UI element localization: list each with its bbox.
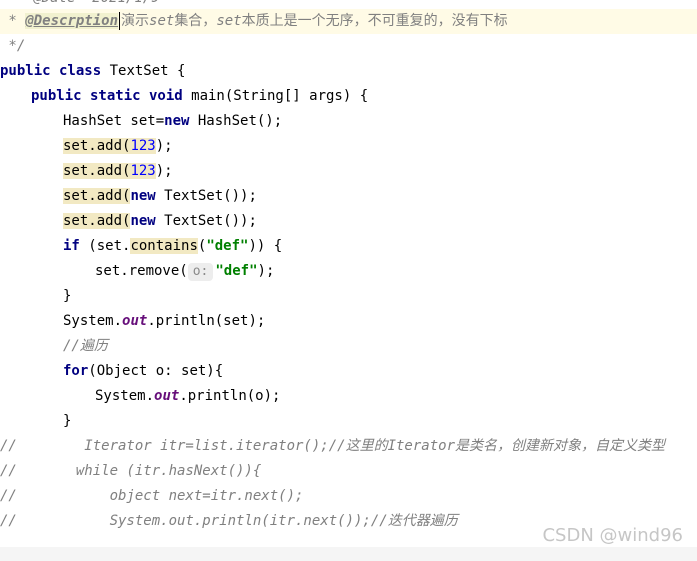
code-line-print-o[interactable]: System.out.println(o);	[0, 384, 697, 409]
doc-end-line[interactable]: */	[0, 34, 697, 59]
code-line-add-3[interactable]: set.add(new TextSet());	[0, 184, 697, 209]
parameter-hint: o:	[187, 263, 214, 281]
code-line-if[interactable]: if (set.contains("def")) {	[0, 234, 697, 259]
code-line-close-if[interactable]: }	[0, 284, 697, 309]
text-caret	[119, 12, 121, 30]
doc-description-line[interactable]: * @Descrption 演示set集合，set本质上是一个无序，不可重复的，没…	[0, 9, 697, 34]
code-line-print-set[interactable]: System.out.println(set);	[0, 309, 697, 334]
code-line-add-2[interactable]: set.add(123);	[0, 159, 697, 184]
code-line-comment-traverse[interactable]: //遍历	[0, 334, 697, 359]
doc-tag: @Descrption	[25, 13, 119, 29]
code-line-commented-iterator[interactable]: // Iterator itr=list.iterator();//这里的Ite…	[0, 434, 697, 459]
editor-bottom-edge	[0, 547, 697, 561]
code-line-hashset[interactable]: HashSet set=new HashSet();	[0, 109, 697, 134]
main-method-line[interactable]: public static void main(String[] args) {	[0, 84, 697, 109]
class-declaration-line[interactable]: public class TextSet {	[0, 59, 697, 84]
code-line-add-4[interactable]: set.add(new TextSet());	[0, 209, 697, 234]
code-line-close-for[interactable]: }	[0, 409, 697, 434]
code-line-add-1[interactable]: set.add(123);	[0, 134, 697, 159]
code-line-commented-while[interactable]: // while (itr.hasNext()){	[0, 459, 697, 484]
code-editor[interactable]: * @Date 2021/1/9 * @Descrption演示set集合，se…	[0, 0, 697, 553]
code-line-for[interactable]: for(Object o: set){	[0, 359, 697, 384]
code-line-commented-next[interactable]: // object next=itr.next();	[0, 484, 697, 509]
code-line-remove[interactable]: set.remove(o: "def");	[0, 259, 697, 284]
csdn-watermark: CSDN @wind96	[542, 525, 683, 546]
